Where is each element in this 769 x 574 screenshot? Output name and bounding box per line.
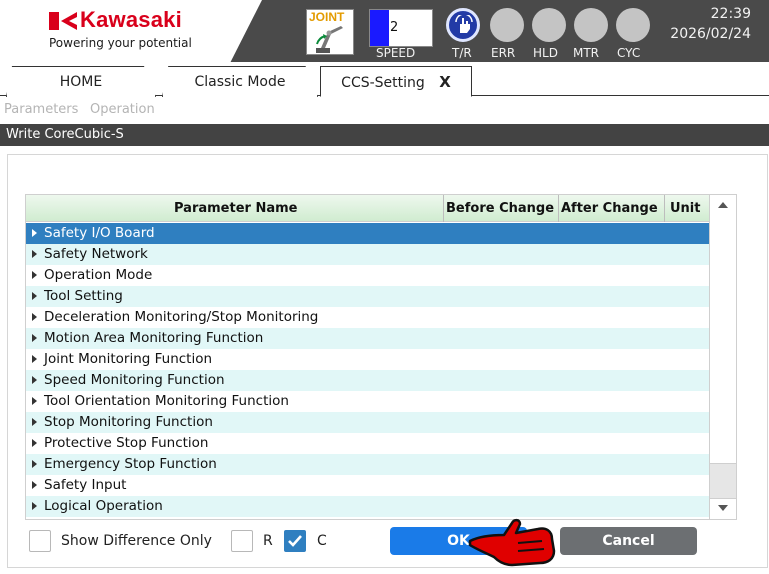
table-scrollbar[interactable] [709,194,737,520]
table-row[interactable]: Emergency Stop Function [26,454,710,475]
brand-name: Kawasaki [80,7,182,32]
header-parameter-name: Parameter Name [174,201,298,216]
motion-mode-indicator[interactable]: JOINT [306,9,354,55]
lamp-label-tr: T/R [452,46,472,60]
table-row[interactable]: Joint Monitoring Function [26,349,710,370]
expand-arrow-icon[interactable] [32,397,37,405]
expand-arrow-icon[interactable] [32,418,37,426]
tab-classic-mode[interactable]: Classic Mode [162,66,318,97]
expand-arrow-icon[interactable] [32,355,37,363]
expand-arrow-icon[interactable] [32,292,37,300]
table-row[interactable]: Motion Area Monitoring Function [26,328,710,349]
speed-value: 2 [390,20,399,35]
cycle-lamp [616,8,650,42]
app-root: Kawasaki Powering your potential JOINT 2… [0,0,769,574]
motion-mode-label: JOINT [309,10,345,24]
table-row[interactable]: Logical Operation [26,496,710,517]
tab-classic-mode-label: Classic Mode [194,74,286,90]
speed-level-bar [370,10,389,46]
expand-arrow-icon[interactable] [32,481,37,489]
expand-arrow-icon[interactable] [32,334,37,342]
show-difference-checkbox[interactable] [29,530,51,552]
lamp-label-cyc: CYC [617,46,641,60]
expand-arrow-icon[interactable] [32,439,37,447]
hand-pointer-icon [455,15,473,33]
window-title: Write CoreCubic-S [6,127,124,142]
scroll-up-arrow-icon[interactable] [718,202,728,208]
cancel-button[interactable]: Cancel [560,527,697,555]
lamp-label-hld: HLD [533,46,558,60]
clock-date: 2026/02/24 [670,26,751,42]
table-row[interactable]: Operation Mode [26,265,710,286]
c-checkbox-label: C [317,533,327,549]
menu-operation[interactable]: Operation [90,102,155,117]
pointing-hand-cursor-icon [468,518,556,567]
lamp-label-err: ERR [491,46,516,60]
top-header: Kawasaki Powering your potential JOINT 2… [0,0,769,62]
menu-bar: Parameters Operation [0,97,769,123]
expand-arrow-icon[interactable] [32,313,37,321]
tab-close-icon[interactable]: X [439,73,451,91]
expand-arrow-icon[interactable] [32,376,37,384]
table-row[interactable]: Deceleration Monitoring/Stop Monitoring [26,307,710,328]
speed-indicator[interactable]: 2 [369,9,433,47]
header-separator [443,195,444,222]
header-separator [558,195,559,222]
scroll-thumb[interactable] [710,463,736,499]
parameter-table: Parameter Name Before Change After Chang… [25,194,711,520]
expand-arrow-icon[interactable] [32,460,37,468]
tab-home-label: HOME [59,74,103,90]
tab-ccs-setting[interactable]: CCS-Setting X [320,66,472,97]
r-checkbox-label: R [263,533,273,549]
expand-arrow-icon[interactable] [32,229,37,237]
table-row[interactable]: Safety Input [26,475,710,496]
checkmark-icon [288,535,302,547]
header-unit: Unit [670,201,701,216]
show-difference-label: Show Difference Only [61,533,212,549]
clock-time: 22:39 [710,6,751,22]
table-row[interactable]: Tool Setting [26,286,710,307]
c-checkbox[interactable] [284,530,306,552]
tab-ccs-setting-label: CCS-Setting [341,75,425,91]
table-row[interactable]: Tool Orientation Monitoring Function [26,391,710,412]
r-checkbox[interactable] [231,530,253,552]
robot-arm-icon [316,26,343,53]
brand-tagline: Powering your potential [49,36,192,50]
lamp-label-mtr: MTR [573,46,600,60]
kawasaki-river-mark-icon [49,12,77,30]
table-row[interactable]: Protective Stop Function [26,433,710,454]
brand-logo: Kawasaki Powering your potential [0,0,262,62]
menu-parameters[interactable]: Parameters [4,102,78,117]
window-title-bar: Write CoreCubic-S [0,124,769,146]
expand-arrow-icon[interactable] [32,271,37,279]
error-lamp [490,8,524,42]
motor-lamp [574,8,608,42]
speed-label: SPEED [376,46,416,60]
header-separator [664,195,665,222]
table-row[interactable]: Safety Network [26,244,710,265]
teach-repeat-lamp[interactable] [446,8,480,42]
table-row[interactable]: Safety I/O Board [26,223,710,244]
scroll-down-arrow-icon[interactable] [718,505,728,511]
tab-bar: HOME Classic Mode CCS-Setting X [0,62,769,97]
expand-arrow-icon[interactable] [32,250,37,258]
header-after-change: After Change [561,201,658,216]
table-row[interactable]: Stop Monitoring Function [26,412,710,433]
table-header: Parameter Name Before Change After Chang… [26,195,710,222]
expand-arrow-icon[interactable] [32,502,37,510]
header-before-change: Before Change [446,201,555,216]
table-row[interactable]: Speed Monitoring Function [26,370,710,391]
hold-lamp [532,8,566,42]
tab-home[interactable]: HOME [6,66,156,97]
